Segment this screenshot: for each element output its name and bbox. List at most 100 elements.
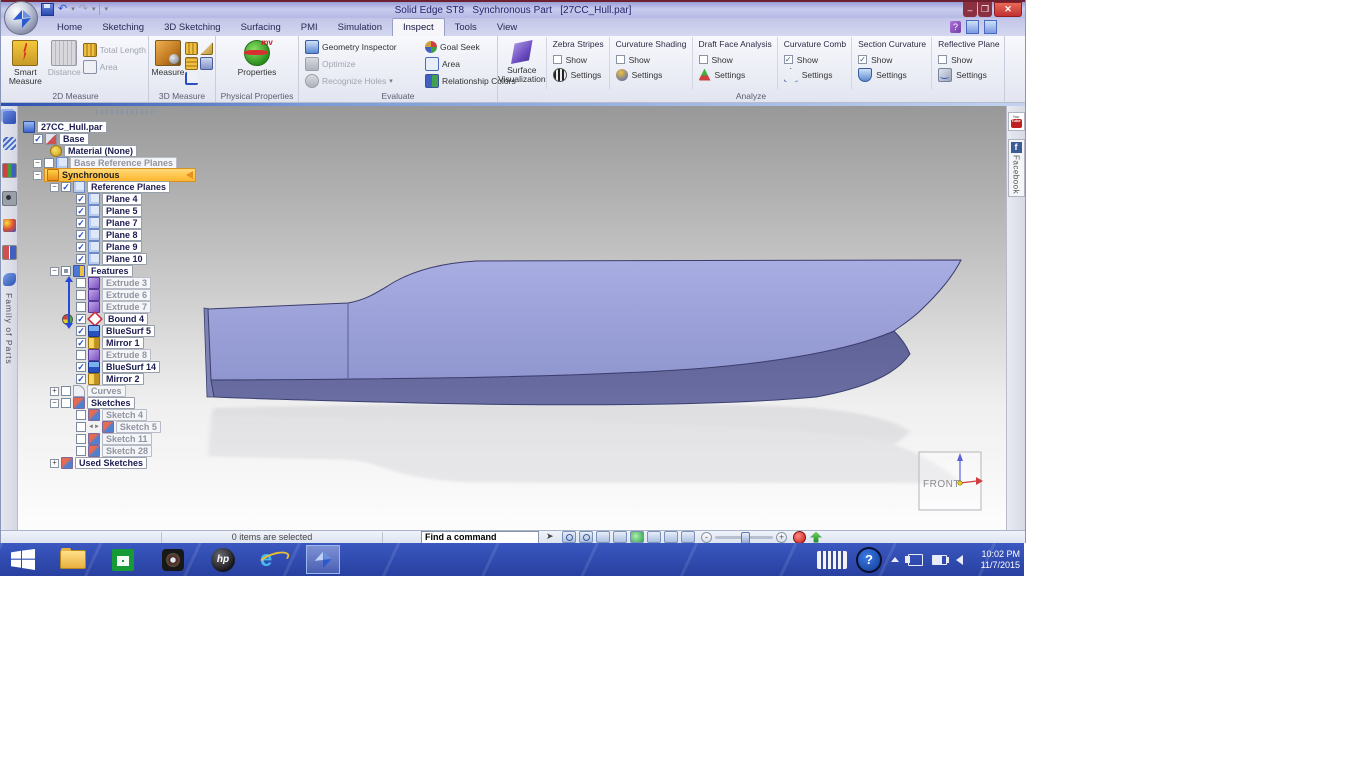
minimize-ribbon-icon[interactable] <box>984 20 997 34</box>
expand-icon[interactable]: + <box>50 458 59 468</box>
family-of-parts-tab-icon[interactable] <box>2 273 16 286</box>
window-arrange-icon[interactable] <box>681 531 695 543</box>
tree-checkbox-on[interactable]: ✓ <box>76 314 86 324</box>
color-manager-tab-icon[interactable] <box>2 219 16 232</box>
panes-tab-icon[interactable] <box>1 245 17 260</box>
curvature-shading-show-checkbox[interactable]: Show <box>615 52 687 67</box>
tree-checkbox-off[interactable] <box>76 290 86 300</box>
tree-item-plane-10[interactable]: ✓ Plane 10 <box>76 253 147 265</box>
reflective-plane-settings-button[interactable]: Settings <box>938 67 999 82</box>
tree-item-mirror-1[interactable]: ✓ Mirror 1 <box>76 337 144 349</box>
tree-item-sketch-5[interactable]: ◄► Sketch 5 <box>76 421 161 433</box>
tree-item-plane-8[interactable]: ✓ Plane 8 <box>76 229 142 241</box>
taskbar-start-button[interactable] <box>6 545 40 574</box>
volume-icon[interactable] <box>946 554 963 565</box>
youtube-tab[interactable]: You Tube <box>1007 112 1025 131</box>
taskbar-internet-explorer-button[interactable]: e <box>256 545 290 574</box>
tree-checkbox-on[interactable]: ✓ <box>76 194 86 204</box>
total-length-button[interactable]: Total Length <box>82 42 146 57</box>
curvature-shading-settings-button[interactable]: Settings <box>615 67 687 82</box>
tree-item-synchronous[interactable]: − Synchronous <box>33 168 196 182</box>
section-curvature-show-checkbox[interactable]: ✓ Show <box>858 52 926 67</box>
expand-icon[interactable]: + <box>50 386 59 396</box>
tree-checkbox-on[interactable]: ✓ <box>76 218 86 228</box>
find-command-input[interactable] <box>421 530 539 544</box>
application-button[interactable] <box>4 1 38 35</box>
tree-item-plane-5[interactable]: ✓ Plane 5 <box>76 205 142 217</box>
tab-home[interactable]: Home <box>47 18 92 36</box>
tree-item-plane-4[interactable]: ✓ Plane 4 <box>76 193 142 205</box>
smart-measure-button[interactable]: Smart Measure <box>5 37 46 86</box>
tree-checkbox-partial[interactable] <box>61 266 71 276</box>
rotate-icon[interactable] <box>630 531 644 543</box>
tree-item-extrude-6[interactable]: Extrude 6 <box>76 289 152 301</box>
area-button[interactable]: Area <box>82 59 146 74</box>
view-styles-icon[interactable] <box>664 531 678 543</box>
distance-button[interactable]: Distance <box>46 37 83 86</box>
tree-item-27cc-hull-par[interactable]: 27CC_Hull.par <box>23 121 107 133</box>
tree-item-extrude-8[interactable]: Extrude 8 <box>76 349 152 361</box>
select-arrow-icon[interactable] <box>545 531 559 543</box>
measure-tool-icon-2[interactable] <box>200 42 213 55</box>
tree-item-curves[interactable]: + Curves <box>50 385 126 397</box>
measure-tool-icon-3[interactable] <box>185 57 198 70</box>
tree-item-reference-planes[interactable]: − ✓ Reference Planes <box>50 181 171 193</box>
show-hidden-icons-icon[interactable] <box>891 557 899 562</box>
collapse-icon[interactable]: − <box>50 266 59 276</box>
tree-checkbox-on[interactable]: ✓ <box>61 182 71 192</box>
sensors-tab-icon[interactable] <box>1 163 17 178</box>
pathfinder-tab-icon[interactable] <box>2 111 16 124</box>
tree-checkbox-on[interactable]: ✓ <box>76 362 86 372</box>
tree-item-sketch-28[interactable]: Sketch 28 <box>76 445 153 457</box>
tab-simulation[interactable]: Simulation <box>328 18 392 36</box>
taskbar-file-explorer-button[interactable] <box>56 545 90 574</box>
tree-item-extrude-3[interactable]: Extrude 3 <box>76 277 152 289</box>
minimize-button[interactable]: – <box>963 2 977 17</box>
reflective-plane-show-checkbox[interactable]: Show <box>938 52 999 67</box>
undo-icon[interactable]: ↶ <box>58 3 67 15</box>
draft-face-analysis-show-checkbox[interactable]: Show <box>698 52 772 67</box>
tree-item-sketch-11[interactable]: Sketch 11 <box>76 433 152 445</box>
tree-checkbox-off[interactable] <box>61 398 71 408</box>
tree-checkbox-on[interactable]: ✓ <box>76 206 86 216</box>
tree-item-base[interactable]: ✓ Base <box>33 133 89 145</box>
restore-button[interactable]: ❐ <box>978 2 992 17</box>
taskbar-solid-edge-button[interactable] <box>306 545 340 574</box>
facebook-tab[interactable]: f Facebook <box>1007 139 1025 198</box>
collapse-icon[interactable]: − <box>33 170 42 180</box>
save-icon[interactable] <box>41 2 54 16</box>
tree-checkbox-off[interactable] <box>76 350 86 360</box>
measure-button[interactable]: Measure <box>151 37 185 85</box>
tree-checkbox-on[interactable]: ✓ <box>76 230 86 240</box>
playback-tab-icon[interactable] <box>1 191 17 206</box>
common-views-icon[interactable] <box>647 531 661 543</box>
measure-tool-icon-5[interactable] <box>185 72 198 85</box>
qat-customize-icon[interactable]: ▾ <box>104 5 108 13</box>
tree-item-material-none-[interactable]: Material (None) <box>50 145 138 157</box>
tree-item-bluesurf-5[interactable]: ✓ BlueSurf 5 <box>76 325 156 337</box>
zoom-in-button[interactable]: + <box>776 531 787 543</box>
tree-checkbox-on[interactable]: ✓ <box>76 254 86 264</box>
zebra-stripes-show-checkbox[interactable]: Show <box>552 52 604 67</box>
hp-support-icon[interactable]: ? <box>856 546 882 573</box>
properties-button[interactable]: Properties mv <box>229 37 285 77</box>
tree-item-features[interactable]: − Features <box>50 265 133 277</box>
pan-icon[interactable] <box>613 531 627 543</box>
clock[interactable]: 10:02 PM 11/7/2015 <box>974 549 1020 571</box>
tree-item-used-sketches[interactable]: + Used Sketches <box>50 457 148 469</box>
tab-3d-sketching[interactable]: 3D Sketching <box>154 18 231 36</box>
tree-item-bound-4[interactable]: ✓ Bound 4 <box>76 311 148 327</box>
tree-checkbox-off[interactable] <box>76 446 86 456</box>
zoom-area-icon[interactable] <box>562 531 576 543</box>
tab-sketching[interactable]: Sketching <box>92 18 154 36</box>
measure-tool-icon-1[interactable] <box>185 42 198 55</box>
layers-tab-icon[interactable] <box>2 137 16 150</box>
taskbar-store-button[interactable] <box>106 545 140 574</box>
close-button[interactable]: ✕ <box>994 2 1022 17</box>
surface-visualization-button[interactable]: Surface Visualization <box>498 37 546 89</box>
fit-icon[interactable] <box>596 531 610 543</box>
curvature-comb-show-checkbox[interactable]: ✓ Show <box>783 52 846 67</box>
tree-checkbox-on[interactable]: ✓ <box>76 326 86 336</box>
taskbar-youcam-button[interactable] <box>156 545 190 574</box>
section-curvature-settings-button[interactable]: Settings <box>858 67 926 82</box>
